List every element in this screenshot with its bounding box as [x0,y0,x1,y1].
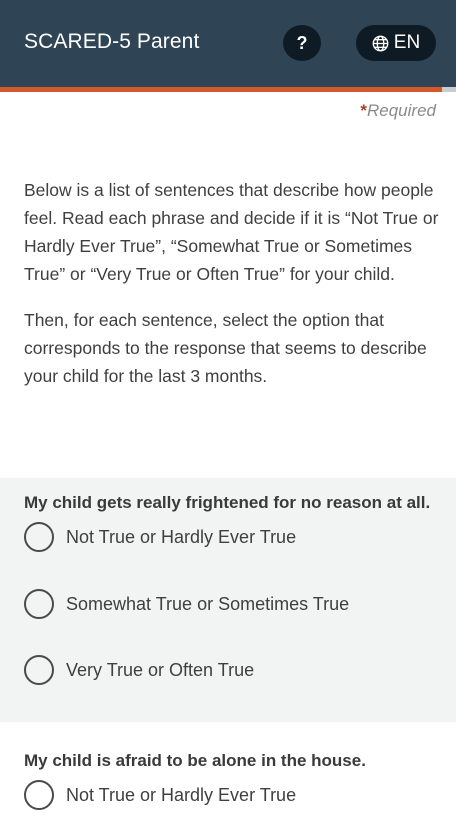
required-note: *Required [360,101,436,121]
option-very-true[interactable]: Very True or Often True [24,655,254,685]
help-button[interactable]: ? [283,25,321,61]
radio-button[interactable] [24,780,54,810]
app-header: SCARED-5 Parent ? EN [0,0,456,87]
required-label: Required [367,101,436,120]
question-text: My child is afraid to be alone in the ho… [24,751,366,770]
globe-icon [372,35,389,52]
option-not-true[interactable]: Not True or Hardly Ever True [24,780,296,810]
help-icon: ? [296,32,308,53]
language-label: EN [393,32,421,53]
page-title: SCARED-5 Parent [24,30,200,53]
radio-button[interactable] [24,522,54,552]
progress-fill [0,87,443,92]
radio-button[interactable] [24,589,54,619]
option-label: Not True or Hardly Ever True [66,526,297,547]
question-card: My child gets really frightened for no r… [0,478,456,722]
radio-button[interactable] [24,655,54,685]
instructions: Below is a list of sentences that descri… [24,176,444,390]
option-not-true[interactable]: Not True or Hardly Ever True [24,522,296,552]
progress-bar [0,87,456,92]
option-label: Somewhat True or Sometimes True [66,593,350,614]
question-card: My child is afraid to be alone in the ho… [0,740,456,820]
option-label: Not True or Hardly Ever True [66,784,297,805]
instructions-paragraph-1: Below is a list of sentences that descri… [24,180,439,284]
option-label: Very True or Often True [66,659,255,680]
language-button[interactable]: EN [356,25,436,61]
required-star: * [360,101,367,120]
option-somewhat-true[interactable]: Somewhat True or Sometimes True [24,589,349,619]
instructions-paragraph-2: Then, for each sentence, select the opti… [24,310,427,386]
question-text: My child gets really frightened for no r… [24,493,431,512]
